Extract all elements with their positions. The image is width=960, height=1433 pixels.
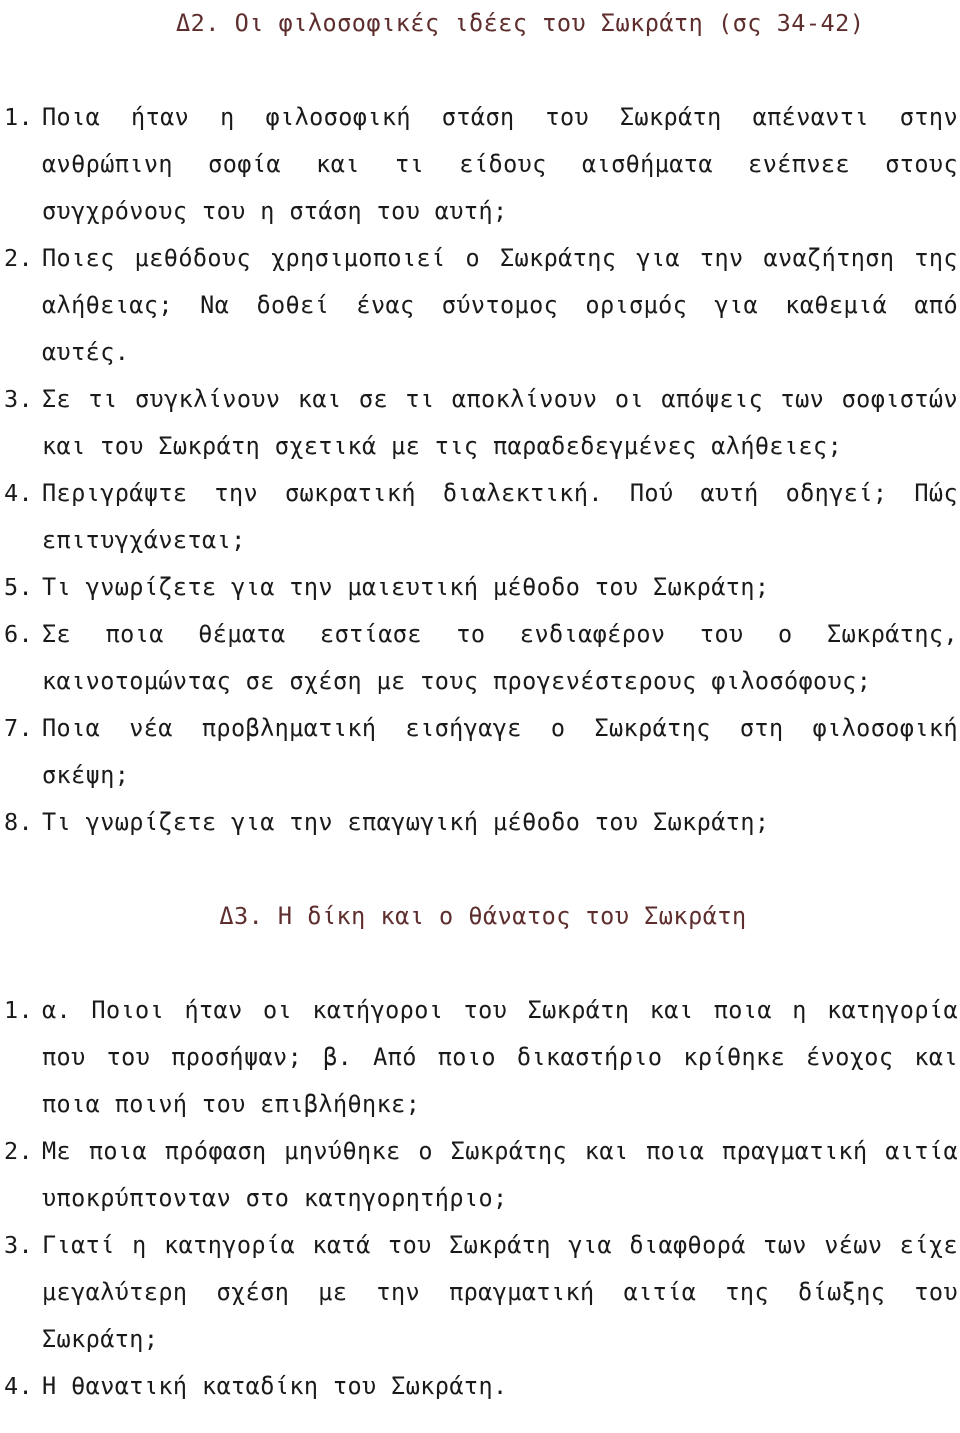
- item-text: Η θανατική καταδίκη του Σωκράτη.: [42, 1372, 508, 1400]
- spacer-after-heading-2: [0, 940, 958, 987]
- item-number: 4.: [4, 479, 34, 507]
- item-text: Τι γνωρίζετε για την μαιευτική μέθοδο το…: [42, 573, 770, 601]
- section-heading-delta3: Δ3. Η δίκη και ο θάνατος του Σωκράτη: [219, 902, 747, 930]
- list-item: 7. Ποια νέα προβληματική εισήγαγε ο Σωκρ…: [0, 705, 958, 799]
- item-text: Σε τι συγκλίνουν και σε τι αποκλίνουν οι…: [42, 385, 958, 460]
- spacer-between-sections: [0, 846, 958, 893]
- item-text: Τι γνωρίζετε για την επαγωγική μέθοδο το…: [42, 808, 770, 836]
- item-number: 2.: [4, 244, 34, 272]
- list-item: 2. Με ποια πρόφαση μηνύθηκε ο Σωκράτης κ…: [0, 1128, 958, 1222]
- list-item: 4. Η θανατική καταδίκη του Σωκράτη.: [0, 1363, 958, 1410]
- list-item: 8. Τι γνωρίζετε για την επαγωγική μέθοδο…: [0, 799, 958, 846]
- item-number: 3.: [4, 385, 34, 413]
- list-item: 1. α. Ποιοι ήταν οι κατήγοροι του Σωκράτ…: [0, 987, 958, 1128]
- list-item: 2. Ποιες μεθόδους χρησιμοποιεί ο Σωκράτη…: [0, 235, 958, 376]
- item-number: 2.: [4, 1137, 34, 1165]
- item-text: Ποια νέα προβληματική εισήγαγε ο Σωκράτη…: [42, 714, 958, 789]
- item-number: 1.: [4, 103, 34, 131]
- item-text: Ποια ήταν η φιλοσοφική στάση του Σωκράτη…: [42, 103, 958, 225]
- item-number: 6.: [4, 620, 34, 648]
- list-item: 3. Σε τι συγκλίνουν και σε τι αποκλίνουν…: [0, 376, 958, 470]
- document-content: Δ2. Οι φιλοσοφικές ιδέες του Σωκράτη (σς…: [0, 0, 958, 1410]
- item-number: 5.: [4, 573, 34, 601]
- spacer-after-heading-1: [0, 47, 958, 94]
- item-text: Περιγράψτε την σωκρατική διαλεκτική. Πού…: [42, 479, 958, 554]
- list-item: 3. Γιατί η κατηγορία κατά του Σωκράτη γι…: [0, 1222, 958, 1363]
- item-number: 3.: [4, 1231, 34, 1259]
- question-list-delta2: 1. Ποια ήταν η φιλοσοφική στάση του Σωκρ…: [0, 94, 958, 846]
- item-text: Σε ποια θέματα εστίασε το ενδιαφέρον του…: [42, 620, 958, 695]
- list-item: 4. Περιγράψτε την σωκρατική διαλεκτική. …: [0, 470, 958, 564]
- question-list-delta3: 1. α. Ποιοι ήταν οι κατήγοροι του Σωκράτ…: [0, 987, 958, 1410]
- item-text: Γιατί η κατηγορία κατά του Σωκράτη για δ…: [42, 1231, 958, 1353]
- document-page: Δ2. Οι φιλοσοφικές ιδέες του Σωκράτη (σς…: [0, 0, 960, 1433]
- list-item: 5. Τι γνωρίζετε για την μαιευτική μέθοδο…: [0, 564, 958, 611]
- item-number: 8.: [4, 808, 34, 836]
- item-number: 1.: [4, 996, 34, 1024]
- item-number: 4.: [4, 1372, 34, 1400]
- list-item: 6. Σε ποια θέματα εστίασε το ενδιαφέρον …: [0, 611, 958, 705]
- item-text: Ποιες μεθόδους χρησιμοποιεί ο Σωκράτης γ…: [42, 244, 958, 366]
- list-item: 1. Ποια ήταν η φιλοσοφική στάση του Σωκρ…: [0, 94, 958, 235]
- item-text: α. Ποιοι ήταν οι κατήγοροι του Σωκράτη κ…: [42, 996, 958, 1118]
- item-number: 7.: [4, 714, 34, 742]
- section-heading-delta2: Δ2. Οι φιλοσοφικές ιδέες του Σωκράτη (σς…: [176, 9, 865, 37]
- item-text: Με ποια πρόφαση μηνύθηκε ο Σωκράτης και …: [42, 1137, 958, 1212]
